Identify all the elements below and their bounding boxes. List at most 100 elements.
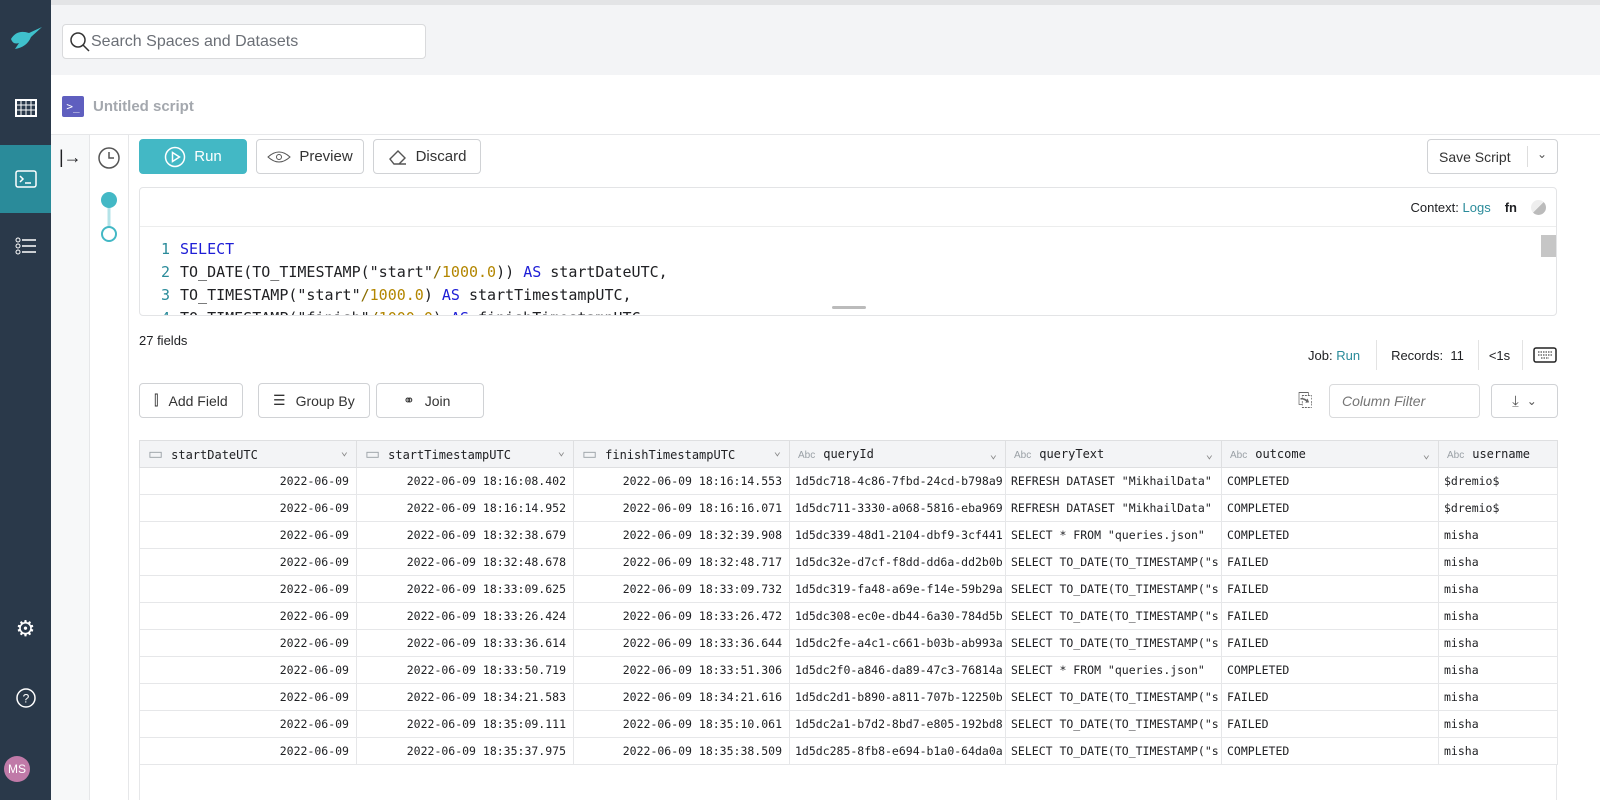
save-options-chevron-icon[interactable]: ⌄ [1537,147,1547,161]
table-cell-queryText[interactable]: SELECT * FROM "queries.json" [1005,656,1222,684]
editor-resize-handle[interactable] [832,306,866,309]
editor-scrollbar[interactable] [1541,235,1556,257]
table-cell-username[interactable]: misha [1438,683,1558,711]
table-row[interactable]: 2022-06-09 2022-06-09 18:35:37.975 2022-06… [139,737,1558,765]
column-header[interactable]: Abc queryText ⌄ [1005,440,1222,468]
table-row[interactable]: 2022-06-09 2022-06-09 18:16:08.402 2022-06… [139,467,1558,495]
table-cell-queryText[interactable]: SELECT TO_DATE(TO_TIMESTAMP("s [1005,710,1222,738]
table-cell-startDateUTC[interactable]: 2022-06-09 [139,575,357,603]
history-clock-icon[interactable] [97,146,121,170]
table-cell-queryId[interactable]: 1d5dc711-3330-a068-5816-eba969 [789,494,1006,522]
table-cell-startDateUTC[interactable]: 2022-06-09 [139,683,357,711]
expand-panel-icon[interactable]: |→ [59,147,82,168]
table-cell-queryId[interactable]: 1d5dc2d1-b890-a811-707b-12250b [789,683,1006,711]
table-cell-outcome[interactable]: COMPLETED [1221,737,1439,765]
column-menu-chevron-icon[interactable]: ⌄ [990,447,997,461]
column-menu-chevron-icon[interactable]: ⌄ [558,444,565,458]
table-cell-finishTimestampUTC[interactable]: 2022-06-09 18:33:26.472 [573,602,790,630]
table-cell-startDateUTC[interactable]: 2022-06-09 [139,494,357,522]
table-cell-queryText[interactable]: REFRESH DATASET "MikhailData" [1005,494,1222,522]
table-cell-finishTimestampUTC[interactable]: 2022-06-09 18:35:10.061 [573,710,790,738]
table-cell-outcome[interactable]: FAILED [1221,602,1439,630]
table-cell-queryId[interactable]: 1d5dc2a1-b7d2-8bd7-e805-192bd8 [789,710,1006,738]
copy-icon[interactable]: ⎘ [1298,390,1312,411]
column-menu-chevron-icon[interactable]: ⌄ [774,444,781,458]
table-cell-queryId[interactable]: 1d5dc718-4c86-7fbd-24cd-b798a9 [789,467,1006,495]
table-cell-username[interactable]: misha [1438,575,1558,603]
table-cell-finishTimestampUTC[interactable]: 2022-06-09 18:35:38.509 [573,737,790,765]
table-cell-username[interactable]: misha [1438,602,1558,630]
table-cell-startDateUTC[interactable]: 2022-06-09 [139,656,357,684]
column-header[interactable]: ▭ finishTimestampUTC ⌄ [573,440,790,468]
column-header[interactable]: Abc outcome ⌄ [1221,440,1439,468]
table-cell-outcome[interactable]: FAILED [1221,683,1439,711]
table-cell-queryText[interactable]: SELECT * FROM "queries.json" [1005,521,1222,549]
column-header[interactable]: Abc queryId ⌄ [789,440,1006,468]
table-cell-queryText[interactable]: SELECT TO_DATE(TO_TIMESTAMP("s [1005,629,1222,657]
job-link[interactable]: Run [1336,348,1360,363]
table-row[interactable]: 2022-06-09 2022-06-09 18:33:26.424 2022-06… [139,602,1558,630]
table-row[interactable]: 2022-06-09 2022-06-09 18:35:09.111 2022-06… [139,710,1558,738]
table-cell-startTimestampUTC[interactable]: 2022-06-09 18:32:38.679 [356,521,574,549]
dremio-logo[interactable] [0,20,51,60]
table-cell-finishTimestampUTC[interactable]: 2022-06-09 18:33:51.306 [573,656,790,684]
table-cell-startTimestampUTC[interactable]: 2022-06-09 18:35:37.975 [356,737,574,765]
table-cell-outcome[interactable]: COMPLETED [1221,521,1439,549]
table-cell-queryId[interactable]: 1d5dc32e-d7cf-f8dd-dd6a-dd2b0b [789,548,1006,576]
table-row[interactable]: 2022-06-09 2022-06-09 18:33:36.614 2022-06… [139,629,1558,657]
table-cell-startTimestampUTC[interactable]: 2022-06-09 18:16:08.402 [356,467,574,495]
search-input[interactable]: Search Spaces and Datasets [62,24,426,59]
context-value[interactable]: Logs [1463,200,1491,215]
group-by-button[interactable]: ☰ Group By [258,383,370,418]
code-line[interactable]: 2 TO_DATE(TO_TIMESTAMP("start"/1000.0)) A… [140,261,668,284]
table-cell-startTimestampUTC[interactable]: 2022-06-09 18:33:36.614 [356,629,574,657]
table-cell-startDateUTC[interactable]: 2022-06-09 [139,602,357,630]
table-row[interactable]: 2022-06-09 2022-06-09 18:32:38.679 2022-06… [139,521,1558,549]
table-row[interactable]: 2022-06-09 2022-06-09 18:16:14.952 2022-06… [139,494,1558,522]
table-cell-finishTimestampUTC[interactable]: 2022-06-09 18:34:21.616 [573,683,790,711]
user-avatar[interactable]: MS [4,756,30,782]
table-cell-startTimestampUTC[interactable]: 2022-06-09 18:33:50.719 [356,656,574,684]
table-cell-outcome[interactable]: FAILED [1221,548,1439,576]
table-cell-outcome[interactable]: COMPLETED [1221,494,1439,522]
download-button[interactable]: ⤓ ⌄ [1491,384,1558,418]
settings-gear-icon[interactable]: ⚙ [0,609,51,649]
table-cell-username[interactable]: $dremio$ [1438,494,1558,522]
table-cell-startTimestampUTC[interactable]: 2022-06-09 18:16:14.952 [356,494,574,522]
add-field-button[interactable]: ⫿ Add Field [139,383,243,418]
table-cell-startTimestampUTC[interactable]: 2022-06-09 18:35:09.111 [356,710,574,738]
table-cell-startTimestampUTC[interactable]: 2022-06-09 18:33:26.424 [356,602,574,630]
table-cell-queryId[interactable]: 1d5dc339-48d1-2104-dbf9-3cf441 [789,521,1006,549]
table-cell-finishTimestampUTC[interactable]: 2022-06-09 18:32:48.717 [573,548,790,576]
join-button[interactable]: ⚭ Join [376,383,484,418]
table-cell-finishTimestampUTC[interactable]: 2022-06-09 18:16:16.071 [573,494,790,522]
save-script-button[interactable]: Save Script ⌄ [1427,139,1558,174]
column-header[interactable]: Abc username [1438,440,1558,468]
help-icon[interactable]: ? [0,678,51,718]
code-line[interactable]: 1 SELECT [140,238,668,261]
table-cell-startTimestampUTC[interactable]: 2022-06-09 18:33:09.625 [356,575,574,603]
table-cell-queryText[interactable]: SELECT TO_DATE(TO_TIMESTAMP("s [1005,683,1222,711]
table-cell-queryText[interactable]: SELECT TO_DATE(TO_TIMESTAMP("s [1005,575,1222,603]
column-menu-chevron-icon[interactable]: ⌄ [1423,447,1430,461]
preview-button[interactable]: Preview [256,139,364,174]
table-cell-username[interactable]: $dremio$ [1438,467,1558,495]
table-cell-outcome[interactable]: FAILED [1221,710,1439,738]
table-cell-finishTimestampUTC[interactable]: 2022-06-09 18:16:14.553 [573,467,790,495]
column-header[interactable]: ▭ startDateUTC ⌄ [139,440,357,468]
table-cell-queryId[interactable]: 1d5dc2fe-a4c1-c661-b03b-ab993a [789,629,1006,657]
dark-mode-toggle-icon[interactable] [1531,200,1546,215]
table-row[interactable]: 2022-06-09 2022-06-09 18:32:48.678 2022-06… [139,548,1558,576]
run-button[interactable]: Run [139,139,247,174]
sql-editor[interactable]: Context: Logs fn 1 SELECT 2 TO_DATE(TO_TIME… [139,187,1557,316]
table-cell-startDateUTC[interactable]: 2022-06-09 [139,710,357,738]
table-cell-queryId[interactable]: 1d5dc319-fa48-a69e-f14e-59b29a [789,575,1006,603]
table-cell-username[interactable]: misha [1438,629,1558,657]
table-cell-queryId[interactable]: 1d5dc308-ec0e-db44-6a30-784d5b [789,602,1006,630]
table-row[interactable]: 2022-06-09 2022-06-09 18:33:50.719 2022-06… [139,656,1558,684]
history-timeline[interactable] [99,190,119,245]
script-title[interactable]: Untitled script [93,98,194,115]
table-cell-outcome[interactable]: FAILED [1221,575,1439,603]
table-cell-queryText[interactable]: REFRESH DATASET "MikhailData" [1005,467,1222,495]
table-row[interactable]: 2022-06-09 2022-06-09 18:33:09.625 2022-06… [139,575,1558,603]
